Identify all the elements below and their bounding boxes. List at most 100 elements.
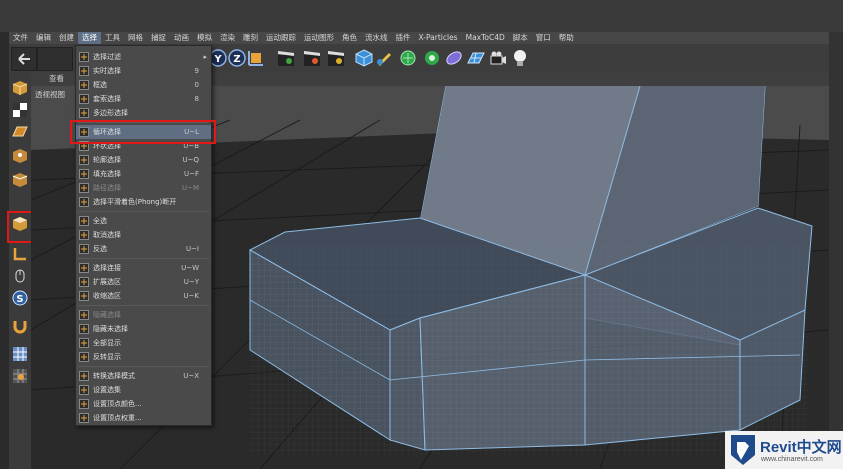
select-menu-item[interactable]: 选择平滑着色(Phong)断开 xyxy=(76,195,211,209)
select-menu-item[interactable]: 设置顶点颜色... xyxy=(76,397,211,411)
cloner-icon[interactable] xyxy=(423,49,441,67)
select-menu-item[interactable]: 隐藏未选择 xyxy=(76,322,211,336)
select-menu-item-label: 多边形选择 xyxy=(93,109,128,117)
edge-mode-icon[interactable] xyxy=(12,172,28,188)
menu-separator xyxy=(78,366,209,367)
select-menu-item[interactable]: 选择连接 U~W xyxy=(76,261,211,275)
select-menu-item[interactable]: 设置顶点权重... xyxy=(76,411,211,425)
menu-item[interactable]: X-Particles xyxy=(415,32,462,44)
shrink-select-icon xyxy=(79,291,89,301)
menu-item[interactable]: 插件 xyxy=(392,32,415,44)
redo-button[interactable] xyxy=(37,47,73,71)
select-menu-item-label: 轮廓选择 xyxy=(93,156,121,164)
select-menu-item-label: 框选 xyxy=(93,81,107,89)
select-menu-item[interactable]: 全部显示 xyxy=(76,336,211,350)
texture-mode-icon[interactable] xyxy=(12,102,28,118)
fill-select-icon xyxy=(79,169,89,179)
select-menu-item[interactable]: 实时选择 9 xyxy=(76,64,211,78)
right-panel-edge xyxy=(829,32,843,469)
select-menu-item[interactable]: 轮廓选择 U~Q xyxy=(76,153,211,167)
viewport-menu-view[interactable]: 查看 xyxy=(49,73,64,84)
select-menu-item-label: 扩展选区 xyxy=(93,278,121,286)
tweak-mode-icon[interactable] xyxy=(12,268,28,284)
workplane-grid-icon[interactable] xyxy=(12,346,28,362)
svg-text:Z: Z xyxy=(233,54,240,65)
submenu-arrow-icon: ▸ xyxy=(203,53,207,61)
path-select-icon xyxy=(79,183,89,193)
menu-item[interactable]: 选择 xyxy=(78,32,101,44)
grow-select-icon xyxy=(79,277,89,287)
menu-item[interactable]: 文件 xyxy=(9,32,32,44)
select-menu-item[interactable]: 反选 U~I xyxy=(76,242,211,256)
menu-item[interactable]: 流水线 xyxy=(361,32,392,44)
select-menu-item[interactable]: 全选 xyxy=(76,214,211,228)
select-menu-item-label: 路径选择 xyxy=(93,184,121,192)
select-menu-item-label: 收缩选区 xyxy=(93,292,121,300)
set-selection-icon xyxy=(79,385,89,395)
undo-button[interactable] xyxy=(11,47,37,71)
select-menu-item-shortcut: U~Y xyxy=(183,278,199,286)
select-menu-item-shortcut: U~X xyxy=(183,372,199,380)
snap-icon[interactable]: S xyxy=(12,290,28,306)
select-menu-item[interactable]: 扩展选区 U~Y xyxy=(76,275,211,289)
select-menu-item[interactable]: 选择过滤 ▸ xyxy=(76,50,211,64)
magnet-icon[interactable] xyxy=(12,318,28,334)
select-menu-item-label: 反转显示 xyxy=(93,353,121,361)
pen-icon[interactable] xyxy=(375,49,393,67)
menu-item[interactable]: 角色 xyxy=(338,32,361,44)
select-menu-item-label: 设置顶点权重... xyxy=(93,414,142,422)
select-menu-item[interactable]: 收缩选区 U~K xyxy=(76,289,211,303)
select-menu-item-label: 选择平滑着色(Phong)断开 xyxy=(93,198,177,206)
model-mode-icon[interactable] xyxy=(12,80,28,96)
point-mode-icon[interactable] xyxy=(12,148,28,164)
floor-icon[interactable] xyxy=(467,49,485,67)
subdivision-icon[interactable] xyxy=(399,49,417,67)
menu-item[interactable]: 编辑 xyxy=(32,32,55,44)
menu-item[interactable]: 帮助 xyxy=(555,32,578,44)
menu-item[interactable]: 模拟 xyxy=(193,32,216,44)
select-menu-item[interactable]: 路径选择 U~M xyxy=(76,181,211,195)
workplane-mode-icon[interactable] xyxy=(12,124,28,140)
render-picture-viewer-icon[interactable] xyxy=(303,49,321,67)
menu-item[interactable]: 运动图形 xyxy=(300,32,338,44)
select-menu-item-label: 全选 xyxy=(93,217,107,225)
menu-item[interactable]: 雕刻 xyxy=(239,32,262,44)
axis-mode-icon[interactable] xyxy=(12,246,28,262)
select-menu-item[interactable]: 套索选择 8 xyxy=(76,92,211,106)
menu-item[interactable]: 网格 xyxy=(124,32,147,44)
menu-item[interactable]: 渲染 xyxy=(216,32,239,44)
menu-item[interactable]: 脚本 xyxy=(509,32,532,44)
menu-item[interactable]: 动画 xyxy=(170,32,193,44)
cube-icon[interactable] xyxy=(355,49,373,67)
watermark-url: www.chinarevit.com xyxy=(761,456,823,463)
outline-select-icon xyxy=(79,155,89,165)
light-icon[interactable] xyxy=(511,49,529,67)
axis-z-icon[interactable]: Z xyxy=(228,49,246,67)
select-menu-item-shortcut: U~K xyxy=(183,292,199,300)
menu-item[interactable]: 创建 xyxy=(55,32,78,44)
revit-logo-icon xyxy=(731,435,755,465)
select-menu-item[interactable]: 反转显示 xyxy=(76,350,211,364)
menu-bar: 文件 编辑 创建 选择 工具 网格 捕捉 动画 模拟 渲染 雕刻 运动跟踪 运动图形 角色 流水线 插件 X-P… xyxy=(9,32,829,44)
menu-item[interactable]: 捕捉 xyxy=(147,32,170,44)
select-menu-item[interactable]: 取消选择 xyxy=(76,228,211,242)
menu-item[interactable]: 工具 xyxy=(101,32,124,44)
menu-item[interactable]: 运动跟踪 xyxy=(262,32,300,44)
camera-icon[interactable] xyxy=(489,49,507,67)
select-menu-item-label: 设置顶点颜色... xyxy=(93,400,142,408)
select-menu-item[interactable]: 框选 0 xyxy=(76,78,211,92)
lock-workplane-icon[interactable] xyxy=(12,368,28,384)
select-menu-item[interactable]: 多边形选择 xyxy=(76,106,211,120)
rect-select-icon xyxy=(79,80,89,90)
select-menu-item[interactable]: 设置选集 xyxy=(76,383,211,397)
render-settings-icon[interactable] xyxy=(327,49,345,67)
select-menu-item[interactable]: 填充选择 U~F xyxy=(76,167,211,181)
menu-item[interactable]: 窗口 xyxy=(532,32,555,44)
menu-item[interactable]: MaxToC4D xyxy=(462,32,509,44)
deformer-icon[interactable] xyxy=(445,49,463,67)
coordinate-system-icon[interactable] xyxy=(247,49,265,67)
render-view-icon[interactable] xyxy=(277,49,295,67)
hide-unselected-icon xyxy=(79,324,89,334)
select-menu-item[interactable]: 转换选择模式 U~X xyxy=(76,369,211,383)
select-menu-item[interactable]: 隐藏选择 xyxy=(76,308,211,322)
